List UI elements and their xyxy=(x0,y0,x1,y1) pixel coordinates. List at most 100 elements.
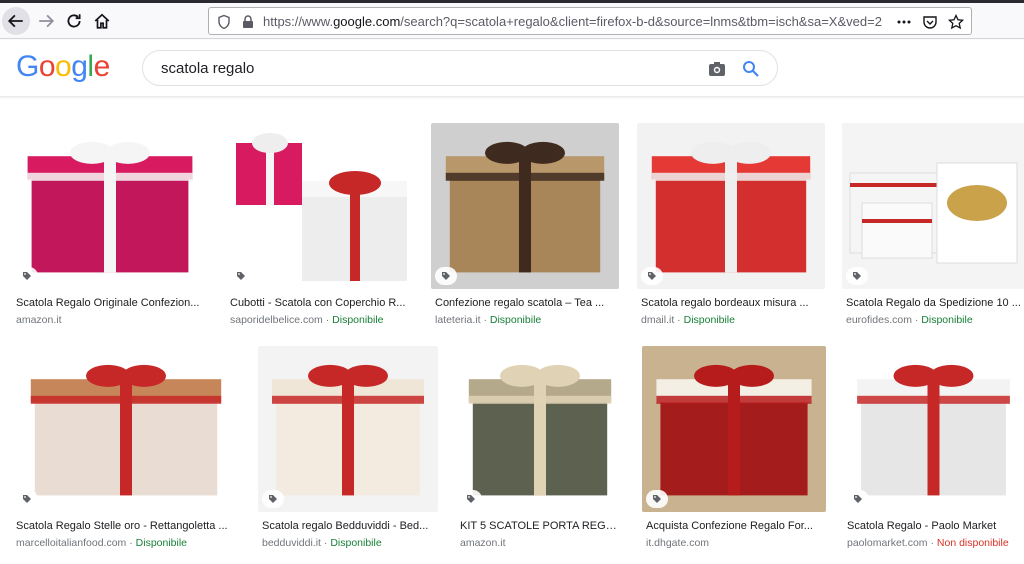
url-bar[interactable]: https://www.google.com/search?q=scatola+… xyxy=(208,7,972,35)
result-thumbnail[interactable] xyxy=(12,346,240,512)
result-title[interactable]: KIT 5 SCATOLE PORTA REGAL... xyxy=(460,520,622,532)
google-logo[interactable]: Google xyxy=(16,50,110,84)
result-meta: saporidelbelice.com · Disponibile xyxy=(230,314,384,326)
availability-status: Non disponibile xyxy=(936,537,1009,549)
result-source[interactable]: bedduviddi.it xyxy=(262,537,321,549)
separator-dot: · xyxy=(480,314,490,326)
result-source[interactable]: it.dhgate.com xyxy=(646,537,709,549)
image-result[interactable]: Scatola regalo bordeaux misura ... dmail.… xyxy=(637,123,825,333)
result-meta: paolomarket.com · Non disponibile xyxy=(847,537,1009,549)
image-result[interactable]: Acquista Confezione Regalo For... it.dhga… xyxy=(642,346,826,556)
image-result[interactable]: KIT 5 SCATOLE PORTA REGAL... amazon.it xyxy=(456,346,624,556)
logo-letter: G xyxy=(16,50,39,83)
price-tag-icon xyxy=(435,267,457,285)
result-meta: bedduviddi.it · Disponibile xyxy=(262,537,382,549)
image-result[interactable]: Cubotti - Scatola con Coperchio R... sapo… xyxy=(226,123,414,333)
result-source[interactable]: paolomarket.com xyxy=(847,537,928,549)
result-thumbnail[interactable] xyxy=(456,346,624,512)
availability-status: Disponibile xyxy=(921,314,973,326)
url-text[interactable]: https://www.google.com/search?q=scatola+… xyxy=(263,14,883,29)
search-box[interactable]: scatola regalo xyxy=(142,50,778,86)
image-result[interactable]: Scatola Regalo Originale Confezion... ama… xyxy=(12,123,208,333)
shield-icon[interactable] xyxy=(215,13,233,31)
back-icon xyxy=(7,14,23,28)
result-thumbnail[interactable] xyxy=(12,123,208,289)
browser-toolbar: https://www.google.com/search?q=scatola+… xyxy=(0,3,1024,39)
image-result[interactable]: Confezione regalo scatola – Tea ... latet… xyxy=(431,123,619,333)
price-tag-icon xyxy=(16,267,38,285)
forward-icon xyxy=(39,14,55,28)
price-tag-icon xyxy=(847,490,869,508)
home-icon xyxy=(94,13,110,29)
availability-status: Disponibile xyxy=(683,314,735,326)
image-result[interactable]: Scatola Regalo da Spedizione 10 ... eurof… xyxy=(842,123,1024,333)
image-result[interactable]: Scatola Regalo Stelle oro - Rettangolett… xyxy=(12,346,240,556)
result-title[interactable]: Scatola Regalo - Paolo Market xyxy=(847,520,1022,532)
google-header: Google scatola regalo xyxy=(0,40,1024,96)
result-source[interactable]: dmail.it xyxy=(641,314,674,326)
header-divider xyxy=(0,96,1024,97)
result-title[interactable]: Acquista Confezione Regalo For... xyxy=(646,520,824,532)
result-thumbnail[interactable] xyxy=(843,346,1024,512)
result-source[interactable]: amazon.it xyxy=(460,537,506,549)
price-tag-icon xyxy=(641,267,663,285)
result-source[interactable]: eurofides.com xyxy=(846,314,912,326)
price-tag-icon xyxy=(230,267,252,285)
forward-button[interactable] xyxy=(32,7,60,35)
back-button[interactable] xyxy=(2,7,30,35)
result-title[interactable]: Scatola regalo Bedduviddi - Bed... xyxy=(262,520,436,532)
result-title[interactable]: Cubotti - Scatola con Coperchio R... xyxy=(230,297,412,309)
reload-button[interactable] xyxy=(60,7,88,35)
lock-icon[interactable] xyxy=(239,13,257,31)
price-tag-icon xyxy=(646,490,668,508)
separator-dot: · xyxy=(674,314,684,326)
result-source[interactable]: amazon.it xyxy=(16,314,62,326)
availability-status: Disponibile xyxy=(330,537,382,549)
result-meta: marcelloitalianfood.com · Disponibile xyxy=(16,537,187,549)
result-title[interactable]: Scatola regalo bordeaux misura ... xyxy=(641,297,823,309)
reload-icon xyxy=(67,14,81,28)
result-thumbnail[interactable] xyxy=(431,123,619,289)
result-thumbnail[interactable] xyxy=(637,123,825,289)
separator-dot: · xyxy=(320,537,331,549)
home-button[interactable] xyxy=(88,7,116,35)
logo-letter: g xyxy=(71,50,88,83)
result-source[interactable]: lateteria.it xyxy=(435,314,481,326)
result-thumbnail[interactable] xyxy=(226,123,414,289)
result-meta: lateteria.it · Disponibile xyxy=(435,314,541,326)
price-tag-icon xyxy=(460,490,482,508)
separator-dot: · xyxy=(927,537,937,549)
search-input[interactable]: scatola regalo xyxy=(161,60,254,77)
result-source[interactable]: saporidelbelice.com xyxy=(230,314,323,326)
separator-dot: · xyxy=(911,314,922,326)
image-result[interactable]: Scatola Regalo - Paolo Market paolomarket… xyxy=(843,346,1024,556)
separator-dot: · xyxy=(126,537,136,549)
result-thumbnail[interactable] xyxy=(258,346,438,512)
star-icon[interactable] xyxy=(947,13,965,31)
pocket-icon[interactable] xyxy=(921,13,939,31)
price-tag-icon xyxy=(262,490,284,508)
result-title[interactable]: Confezione regalo scatola – Tea ... xyxy=(435,297,617,309)
price-tag-icon xyxy=(846,267,868,285)
image-result[interactable]: Scatola regalo Bedduviddi - Bed... bedduv… xyxy=(258,346,438,556)
price-tag-icon xyxy=(16,490,38,508)
search-icon[interactable] xyxy=(741,59,761,79)
separator-dot: · xyxy=(322,314,333,326)
result-source[interactable]: marcelloitalianfood.com xyxy=(16,537,126,549)
result-meta: dmail.it · Disponibile xyxy=(641,314,735,326)
result-thumbnail[interactable] xyxy=(842,123,1024,289)
availability-status: Disponibile xyxy=(489,314,542,326)
result-title[interactable]: Scatola Regalo da Spedizione 10 ... xyxy=(846,297,1022,309)
logo-letter: o xyxy=(55,50,72,83)
result-meta: it.dhgate.com xyxy=(646,537,709,549)
result-thumbnail[interactable] xyxy=(642,346,826,512)
result-title[interactable]: Scatola Regalo Originale Confezion... xyxy=(16,297,206,309)
more-icon[interactable] xyxy=(895,13,913,31)
logo-letter: e xyxy=(93,50,111,83)
result-title[interactable]: Scatola Regalo Stelle oro - Rettangolett… xyxy=(16,520,238,532)
result-meta: amazon.it xyxy=(460,537,506,549)
result-meta: eurofides.com · Disponibile xyxy=(846,314,973,326)
result-meta: amazon.it xyxy=(16,314,62,326)
availability-status: Disponibile xyxy=(332,314,384,326)
camera-icon[interactable] xyxy=(707,59,727,79)
